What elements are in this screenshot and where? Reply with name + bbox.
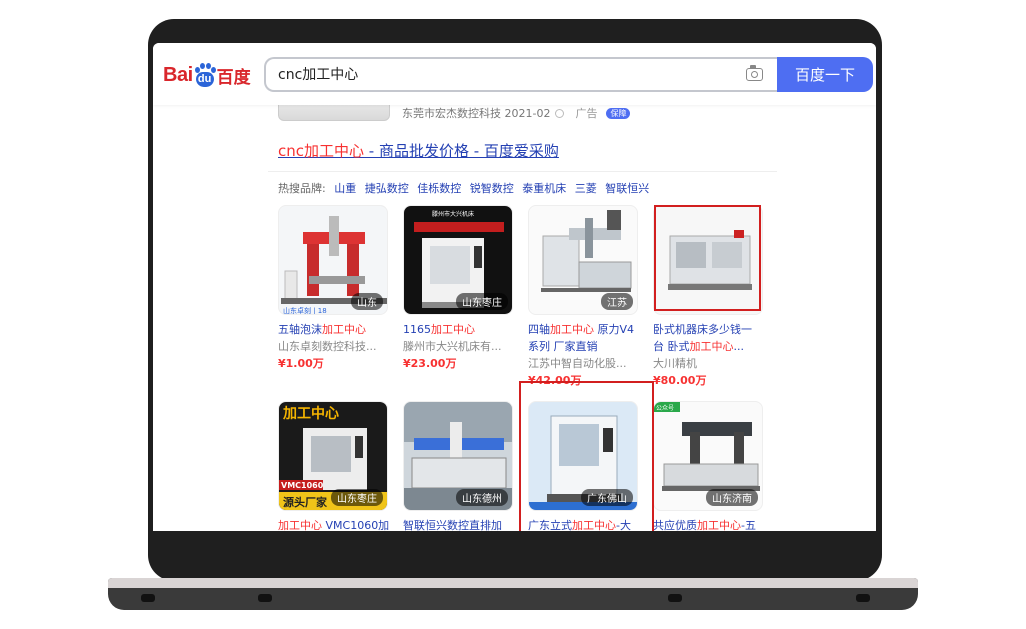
location-tag: 江苏 [601, 293, 633, 310]
ad-label: 广告 [575, 107, 598, 120]
search-box [264, 57, 777, 92]
product-name[interactable]: 加工中心 VMC1060加 [278, 517, 390, 531]
product-image[interactable]: 山东卓刻 | 18 山东 [278, 205, 388, 315]
product-company[interactable]: 大川精机 [653, 355, 765, 372]
highlight-box [654, 205, 761, 311]
info-icon[interactable] [555, 108, 565, 118]
product-image[interactable]: 加工中心 VMC1060 源头厂家 山东枣庄 [278, 401, 388, 511]
laptop-foot [258, 594, 272, 602]
product-price: ¥80.00万 [653, 374, 707, 387]
location-tag: 山东德州 [456, 489, 508, 506]
brand-link[interactable]: 捷弘数控 [365, 182, 409, 195]
laptop-base-top [108, 578, 918, 588]
product-image[interactable]: 江苏 [528, 205, 638, 315]
svg-text:加工中心: 加工中心 [282, 405, 339, 422]
brand-link[interactable]: 锐智数控 [470, 182, 514, 195]
location-tag: 山东 [351, 293, 383, 310]
product-image[interactable]: 滕州市大兴机床 山东枣庄 [403, 205, 513, 315]
search-header: Bai du 百度 百度一下 [153, 43, 876, 105]
product-company[interactable]: 江苏中智自动化股... [528, 355, 640, 372]
product-card[interactable]: 滕州市大兴机床 山东枣庄 1165加工中心 滕州市大兴机床有... ¥23.00… [403, 205, 515, 373]
brand-link[interactable]: 山重 [334, 182, 356, 195]
brand-link[interactable]: 佳栎数控 [417, 182, 461, 195]
hot-brands: 热搜品牌: 山重 捷弘数控 佳栎数控 锐智数控 泰重机床 三菱 智联恒兴 [278, 180, 649, 196]
brand-link[interactable]: 泰重机床 [522, 182, 566, 195]
hot-brands-label: 热搜品牌: [278, 182, 326, 195]
svg-text:源头厂家: 源头厂家 [283, 495, 328, 509]
svg-text:公众号: 公众号 [656, 405, 674, 412]
browser-screen: Bai du 百度 百度一下 东莞市宏杰数控科技 2021-02 广告 保障 c… [153, 43, 876, 531]
product-company[interactable]: 山东卓刻数控科技... [278, 338, 390, 355]
product-name[interactable]: 四轴加工中心 原力V4 [528, 321, 640, 338]
brand-link[interactable]: 三菱 [575, 182, 597, 195]
product-card[interactable]: 公众号 山东济南 共应优质加工中心-五 [653, 401, 765, 531]
title-rest: - 商品批发价格 - 百度爱采购 [364, 142, 559, 160]
product-image[interactable]: 山东德州 [403, 401, 513, 511]
logo-text-cn: 百度 [216, 67, 251, 88]
product-card[interactable]: 山东卓刻 | 18 山东 五轴泡沫加工中心 山东卓刻数控科技... ¥1.00万 [278, 205, 390, 373]
product-price: ¥23.00万 [403, 357, 457, 370]
product-card[interactable]: 江苏 四轴加工中心 原力V4 系列 厂家直销 江苏中智自动化股... ¥42.0… [528, 205, 640, 390]
product-name[interactable]: 共应优质加工中心-五 [653, 517, 765, 531]
product-price: ¥1.00万 [278, 357, 324, 370]
location-tag: 山东枣庄 [331, 489, 383, 506]
svg-text:VMC1060: VMC1060 [281, 481, 324, 490]
paw-icon: du [194, 63, 216, 87]
product-name[interactable]: 1165加工中心 [403, 321, 515, 338]
search-input[interactable] [278, 66, 718, 82]
brand-link[interactable]: 智联恒兴 [605, 182, 649, 195]
title-highlight: cnc加工中心 [278, 142, 365, 160]
baidu-logo[interactable]: Bai du 百度 [163, 61, 251, 89]
svg-text:滕州市大兴机床: 滕州市大兴机床 [432, 210, 474, 218]
location-tag: 山东济南 [706, 489, 758, 506]
product-company[interactable]: 滕州市大兴机床有... [403, 338, 515, 355]
source-text: 东莞市宏杰数控科技 2021-02 [402, 107, 551, 120]
result-title-link[interactable]: cnc加工中心 - 商品批发价格 - 百度爱采购 [278, 140, 559, 161]
product-name[interactable]: 卧式机器床多少钱一 [653, 321, 765, 338]
laptop-foot [141, 594, 155, 602]
laptop-foot [856, 594, 870, 602]
product-card[interactable]: 山东德州 智联恒兴数控直排加 [403, 401, 515, 531]
svg-text:山东卓刻 | 18: 山东卓刻 | 18 [283, 306, 327, 315]
location-tag: 山东枣庄 [456, 293, 508, 310]
product-name[interactable]: 五轴泡沫加工中心 [278, 321, 390, 338]
result-source: 东莞市宏杰数控科技 2021-02 广告 保障 [402, 105, 631, 121]
product-name-line2[interactable]: 系列 厂家直销 [528, 338, 640, 355]
highlight-box [519, 381, 654, 531]
product-image[interactable]: 公众号 山东济南 [653, 401, 763, 511]
product-card[interactable]: 加工中心 VMC1060 源头厂家 山东枣庄 加工中心 VMC1060加 [278, 401, 390, 531]
product-name-line2[interactable]: 台 卧式加工中心... [653, 338, 765, 355]
search-button[interactable]: 百度一下 [777, 57, 873, 92]
logo-text: Bai [163, 63, 193, 86]
guarantee-badge: 保障 [606, 107, 631, 119]
laptop-foot [668, 594, 682, 602]
camera-icon[interactable] [746, 65, 763, 81]
product-name[interactable]: 智联恒兴数控直排加 [403, 517, 515, 531]
